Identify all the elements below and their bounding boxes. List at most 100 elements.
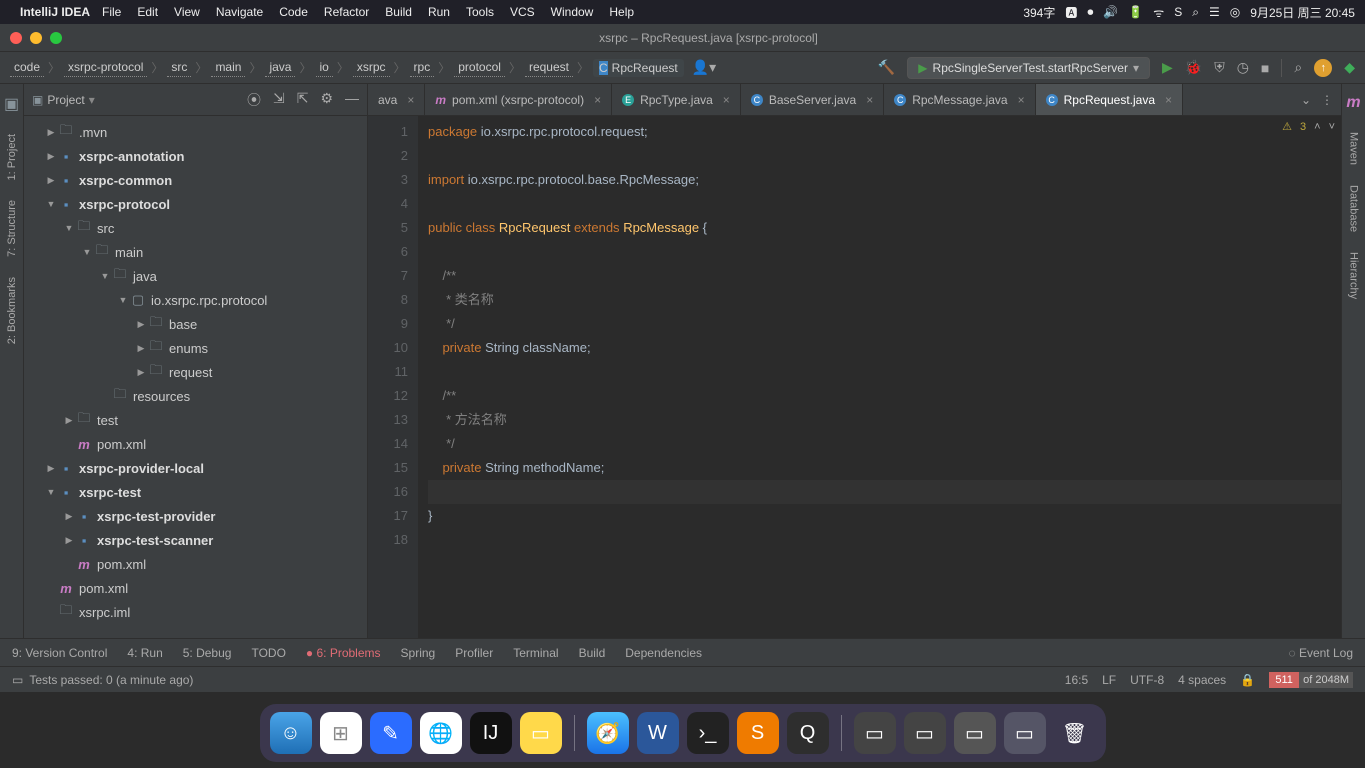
- editor-tab-pomxmlxsrpcprotocol[interactable]: mpom.xml (xsrpc-protocol)×: [425, 84, 612, 115]
- file-encoding[interactable]: UTF-8: [1130, 673, 1164, 687]
- dock-recent-4[interactable]: ▭: [1004, 712, 1046, 754]
- tree-item-pom-xml[interactable]: mpom.xml: [24, 552, 367, 576]
- left-tool-2bookmarks[interactable]: 2: Bookmarks: [6, 277, 18, 344]
- collapse-all-icon[interactable]: ⇱: [297, 90, 309, 110]
- build-hammer-icon[interactable]: 🔨: [878, 59, 895, 76]
- tree-item-xsrpc-test-scanner[interactable]: ▶▪xsrpc-test-scanner: [24, 528, 367, 552]
- dock-recent-2[interactable]: ▭: [904, 712, 946, 754]
- tool-window-terminal[interactable]: Terminal: [513, 646, 558, 660]
- tree-expand-icon[interactable]: ▼: [44, 487, 58, 497]
- tree-expand-icon[interactable]: ▼: [98, 271, 112, 281]
- dock-launchpad[interactable]: ⊞: [320, 712, 362, 754]
- dock-trash[interactable]: 🗑: [1054, 712, 1096, 754]
- tree-item--mvn[interactable]: ▶🗀.mvn: [24, 120, 367, 144]
- code-line-4[interactable]: [428, 192, 1341, 216]
- tree-expand-icon[interactable]: ▶: [44, 463, 58, 474]
- breadcrumb-request[interactable]: request: [525, 58, 573, 77]
- tool-window-9versioncontrol[interactable]: 9: Version Control: [12, 646, 107, 660]
- tree-expand-icon[interactable]: ▶: [44, 175, 58, 186]
- macos-menu-run[interactable]: Run: [428, 5, 450, 19]
- dock-intellij[interactable]: IJ: [470, 712, 512, 754]
- macos-menu-tools[interactable]: Tools: [466, 5, 494, 19]
- macos-menu-navigate[interactable]: Navigate: [216, 5, 263, 19]
- run-configuration-select[interactable]: ▶ RpcSingleServerTest.startRpcServer ▾: [907, 57, 1150, 79]
- macos-menu-edit[interactable]: Edit: [137, 5, 158, 19]
- code-line-15[interactable]: private String methodName;: [428, 456, 1341, 480]
- vcs-person-icon[interactable]: 👤▾: [692, 59, 716, 76]
- dock-sublime[interactable]: S: [737, 712, 779, 754]
- tree-item-xsrpc-provider-local[interactable]: ▶▪xsrpc-provider-local: [24, 456, 367, 480]
- tree-item-xsrpc-iml[interactable]: 🗀xsrpc.iml: [24, 600, 367, 624]
- code-line-7[interactable]: /**: [428, 264, 1341, 288]
- tool-window-build[interactable]: Build: [579, 646, 606, 660]
- inspection-strip[interactable]: ⚠ 3 ˄ ˅: [1282, 120, 1335, 133]
- code-line-5[interactable]: public class RpcRequest extends RpcMessa…: [428, 216, 1341, 240]
- breadcrumb-xsrpc-protocol[interactable]: xsrpc-protocol: [64, 58, 147, 77]
- close-tab-icon[interactable]: ×: [1165, 93, 1172, 107]
- dock-word[interactable]: W: [637, 712, 679, 754]
- breadcrumb-java[interactable]: java: [265, 58, 295, 77]
- macos-menu-code[interactable]: Code: [279, 5, 308, 19]
- tree-item-main[interactable]: ▼🗀main: [24, 240, 367, 264]
- dock-chrome[interactable]: 🌐: [420, 712, 462, 754]
- readonly-lock-icon[interactable]: 🔒: [1240, 673, 1255, 687]
- macos-menu-file[interactable]: File: [102, 5, 121, 19]
- project-tree[interactable]: ▶🗀.mvn▶▪xsrpc-annotation▶▪xsrpc-common▼▪…: [24, 116, 367, 638]
- dock-stickynotes[interactable]: ▭: [520, 712, 562, 754]
- close-tab-icon[interactable]: ×: [407, 93, 414, 107]
- right-tool-database[interactable]: Database: [1348, 185, 1360, 232]
- tree-item-io-xsrpc-rpc-protocol[interactable]: ▼▢io.xsrpc.rpc.protocol: [24, 288, 367, 312]
- dock-finder[interactable]: ☺: [270, 712, 312, 754]
- tree-item-java[interactable]: ▼🗀java: [24, 264, 367, 288]
- code-line-12[interactable]: /**: [428, 384, 1341, 408]
- dock-notes[interactable]: ✎: [370, 712, 412, 754]
- editor-tab-RpcRequestjava[interactable]: CRpcRequest.java×: [1036, 84, 1183, 115]
- tree-item-xsrpc-test-provider[interactable]: ▶▪xsrpc-test-provider: [24, 504, 367, 528]
- macos-menu-refactor[interactable]: Refactor: [324, 5, 369, 19]
- tool-window-todo[interactable]: TODO: [251, 646, 285, 660]
- settings-icon[interactable]: ⚙: [320, 90, 333, 110]
- tool-window-spring[interactable]: Spring: [401, 646, 436, 660]
- indent-setting[interactable]: 4 spaces: [1178, 673, 1226, 687]
- tool-window-6problems[interactable]: ● 6: Problems: [306, 646, 381, 660]
- tree-item-resources[interactable]: 🗀resources: [24, 384, 367, 408]
- tree-item-xsrpc-common[interactable]: ▶▪xsrpc-common: [24, 168, 367, 192]
- tree-item-enums[interactable]: ▶🗀enums: [24, 336, 367, 360]
- macos-menu-window[interactable]: Window: [551, 5, 594, 19]
- ide-help-icon[interactable]: ◆: [1344, 59, 1355, 76]
- code-line-8[interactable]: * 类名称: [428, 288, 1341, 312]
- search-everywhere-icon[interactable]: ⌕: [1294, 59, 1302, 76]
- code-editor[interactable]: package io.xsrpc.rpc.protocol.request; i…: [418, 116, 1341, 638]
- project-view-select[interactable]: ▣ Project ▾: [32, 93, 95, 107]
- breadcrumb-code[interactable]: code: [10, 58, 44, 77]
- breadcrumb-protocol[interactable]: protocol: [454, 58, 505, 77]
- close-tab-icon[interactable]: ×: [723, 93, 730, 107]
- macos-menu-vcs[interactable]: VCS: [510, 5, 535, 19]
- volume-icon[interactable]: 🔊: [1103, 5, 1118, 19]
- siri-icon[interactable]: ◎: [1230, 5, 1240, 19]
- wifi-icon[interactable]: ᯤ: [1153, 4, 1164, 21]
- tool-window-4run[interactable]: 4: Run: [127, 646, 162, 660]
- warning-icon[interactable]: ⚠: [1282, 120, 1292, 133]
- breadcrumb-main[interactable]: main: [211, 58, 245, 77]
- hide-tool-icon[interactable]: —: [345, 90, 359, 110]
- debug-button[interactable]: 🐞: [1185, 59, 1202, 76]
- minimize-window-button[interactable]: [30, 32, 42, 44]
- update-button[interactable]: ↑: [1314, 59, 1332, 77]
- right-tool-maven[interactable]: Maven: [1348, 132, 1360, 165]
- breadcrumb-RpcRequest[interactable]: CRpcRequest: [593, 59, 684, 77]
- s-icon[interactable]: S: [1174, 5, 1182, 19]
- maximize-window-button[interactable]: [50, 32, 62, 44]
- code-line-17[interactable]: }: [428, 504, 1341, 528]
- memory-indicator[interactable]: 511 of 2048M: [1269, 672, 1353, 688]
- tree-expand-icon[interactable]: ▼: [44, 199, 58, 209]
- tree-item-pom-xml[interactable]: mpom.xml: [24, 432, 367, 456]
- tab-more-icon[interactable]: ⋮: [1321, 93, 1333, 107]
- code-line-2[interactable]: [428, 144, 1341, 168]
- code-line-6[interactable]: [428, 240, 1341, 264]
- tree-item-request[interactable]: ▶🗀request: [24, 360, 367, 384]
- tree-expand-icon[interactable]: ▶: [134, 319, 148, 330]
- breadcrumb-xsrpc[interactable]: xsrpc: [353, 58, 390, 77]
- tree-item-xsrpc-annotation[interactable]: ▶▪xsrpc-annotation: [24, 144, 367, 168]
- prev-highlight-icon[interactable]: ˄: [1314, 121, 1320, 133]
